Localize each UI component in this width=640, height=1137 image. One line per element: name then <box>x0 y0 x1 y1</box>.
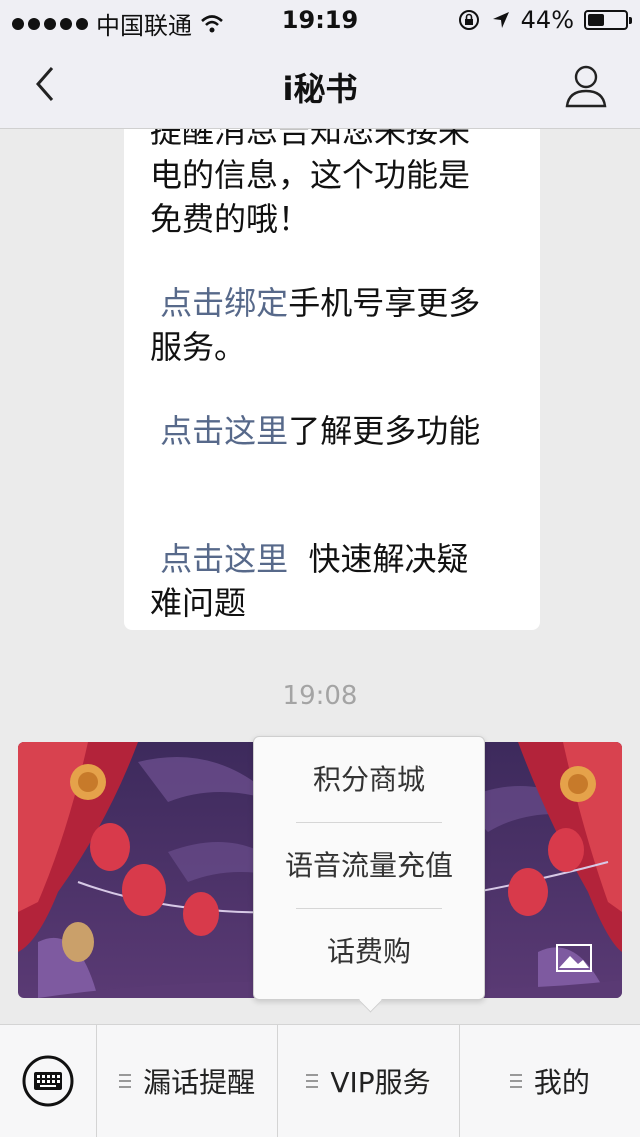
menu-item-label: 话费购 <box>326 935 411 968</box>
status-bar: 中国联通 19:19 44% <box>0 0 640 40</box>
vip-service-popup-menu: 积分商城 语音流量充值 话费购 <box>253 736 485 1000</box>
battery-percent: 44% <box>520 6 574 34</box>
bottom-menu-bar: 漏话提醒 VIP服务 我的 <box>0 1024 640 1137</box>
tab-label: 我的 <box>533 1066 590 1099</box>
message-line: 难问题 <box>150 584 247 622</box>
nav-bar: i秘书 <box>0 40 640 129</box>
tab-missed-call-reminder[interactable]: 漏话提醒 <box>97 1025 279 1137</box>
faq-text: 快速解决疑 <box>308 540 469 578</box>
more-paragraph: 点击这里了解更多功能 <box>150 409 514 453</box>
keyboard-icon <box>22 1055 74 1107</box>
status-right: 44% <box>457 6 632 34</box>
menu-item-phone-bill-purchase[interactable]: 话费购 <box>254 909 484 995</box>
faq-link[interactable]: 点击这里 <box>160 540 288 578</box>
menu-item-points-mall[interactable]: 积分商城 <box>254 737 484 823</box>
image-icon <box>556 944 592 972</box>
menu-lines-icon <box>306 1074 319 1088</box>
battery-icon <box>584 10 632 30</box>
bind-text: 手机号享更多 <box>288 284 481 322</box>
tab-mine[interactable]: 我的 <box>460 1025 640 1137</box>
message-timestamp: 19:08 <box>282 681 358 711</box>
menu-item-label: 语音流量充值 <box>284 849 453 882</box>
more-text: 了解更多功能 <box>288 412 481 450</box>
tab-label: VIP服务 <box>330 1066 431 1099</box>
tab-vip-service[interactable]: VIP服务 <box>278 1025 460 1137</box>
menu-item-voice-data-recharge[interactable]: 语音流量充值 <box>254 823 484 909</box>
menu-item-label: 积分商城 <box>312 763 425 796</box>
bind-phone-link[interactable]: 点击绑定 <box>160 284 288 322</box>
message-bubble: 提醒消息告知您来接来 电的信息，这个功能是 免费的哦！ 点击绑定手机号享更多 服… <box>124 129 540 630</box>
message-line: 服务。 <box>150 328 247 366</box>
message-line: 电的信息，这个功能是 <box>150 156 471 194</box>
page-title: i秘书 <box>282 70 358 108</box>
menu-lines-icon <box>509 1074 522 1088</box>
location-arrow-icon <box>492 12 509 28</box>
bind-paragraph: 点击绑定手机号享更多 <box>150 281 514 325</box>
rotation-lock-icon <box>458 10 479 30</box>
person-icon[interactable] <box>562 62 610 108</box>
message-line: 提醒消息告知您来接来 <box>150 129 471 150</box>
more-features-link[interactable]: 点击这里 <box>160 412 288 450</box>
tab-label: 漏话提醒 <box>143 1066 256 1099</box>
menu-lines-icon <box>119 1074 132 1088</box>
message-line: 免费的哦！ <box>150 200 311 238</box>
keyboard-toggle-button[interactable] <box>0 1025 97 1137</box>
faq-paragraph: 点击这里 快速解决疑 <box>150 537 514 581</box>
